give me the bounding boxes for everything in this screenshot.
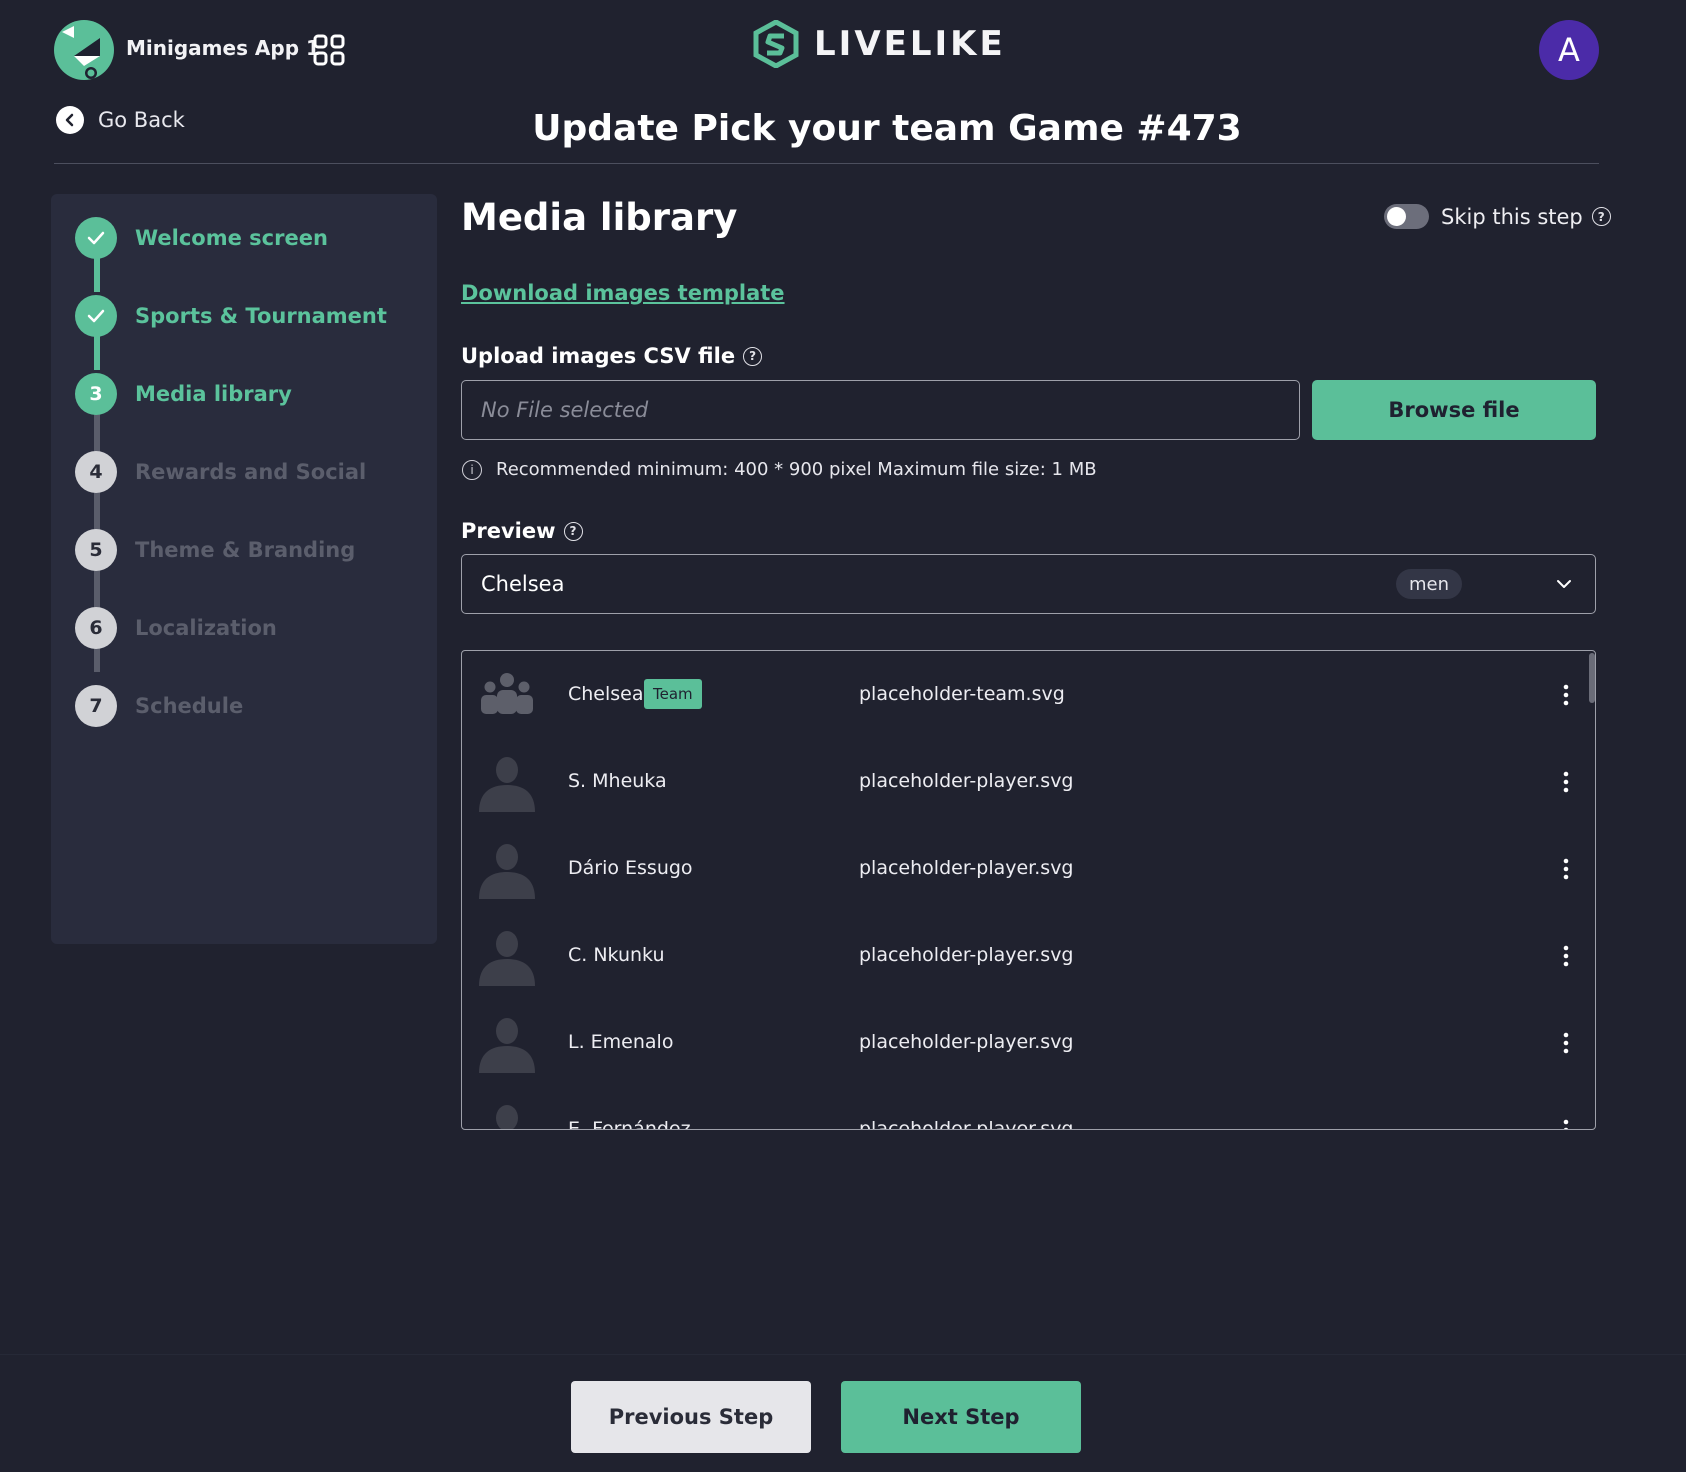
skip-step-label: Skip this step [1441,204,1583,229]
media-row-file: placeholder-player.svg [859,857,1074,879]
user-avatar[interactable]: A [1539,20,1599,80]
footer-divider [0,1354,1686,1355]
step-label: Theme & Branding [135,538,356,562]
media-row: Chelsea Team placeholder-team.svg [462,651,1590,738]
skip-step-toggle[interactable] [1384,204,1429,229]
checkmark-icon [75,217,117,259]
gender-badge: men [1396,569,1463,599]
preview-label: Preview ? [461,519,583,543]
file-input-placeholder: No File selected [481,398,649,422]
step-localization[interactable]: 6 Localization [75,606,277,650]
preview-selected-value: Chelsea [481,572,565,596]
media-row-file: placeholder-player.svg [859,1118,1074,1130]
more-options-icon[interactable] [1552,768,1580,796]
team-placeholder-icon [477,665,537,725]
media-row-name: C. Nkunku [568,944,665,966]
livelike-logo-icon [753,20,799,68]
media-row: C. Nkunku placeholder-player.svg [462,912,1590,999]
brand-wordmark: LIVELIKE [814,24,1006,64]
help-icon[interactable]: ? [563,521,583,541]
help-icon[interactable]: ? [1591,207,1611,226]
preview-team-select[interactable]: Chelsea men [461,554,1596,614]
media-row-file: placeholder-player.svg [859,770,1074,792]
step-number: 3 [75,373,117,415]
avatar-initial: A [1558,31,1580,69]
step-label: Localization [135,616,277,640]
section-title: Media library [461,196,738,239]
step-label: Sports & Tournament [135,304,387,328]
media-row: L. Emenalo placeholder-player.svg [462,999,1590,1086]
info-icon: i [462,459,482,480]
more-options-icon[interactable] [1552,681,1580,709]
media-row-name: E. Fernández [568,1118,691,1130]
step-media-library[interactable]: 3 Media library [75,372,292,416]
media-row: E. Fernández placeholder-player.svg [462,1086,1590,1130]
step-label: Media library [135,382,292,406]
step-sports-tournament[interactable]: Sports & Tournament [75,294,387,338]
media-row: S. Mheuka placeholder-player.svg [462,738,1590,825]
help-icon[interactable]: ? [743,346,763,366]
app-name: Minigames App 1 [126,36,320,60]
app-grid-icon[interactable] [313,34,345,66]
step-number: 5 [75,529,117,571]
step-number: 7 [75,685,117,727]
player-placeholder-icon [477,839,537,899]
media-row-name: Chelsea [568,683,644,705]
more-options-icon[interactable] [1552,1029,1580,1057]
media-row-file: placeholder-player.svg [859,1031,1074,1053]
more-options-icon[interactable] [1552,942,1580,970]
step-theme-branding[interactable]: 5 Theme & Branding [75,528,355,572]
media-row-file: placeholder-team.svg [859,683,1065,705]
step-welcome-screen[interactable]: Welcome screen [75,216,328,260]
file-recommendation: i Recommended minimum: 400 * 900 pixel M… [462,459,1097,480]
more-options-icon[interactable] [1552,855,1580,883]
step-number: 4 [75,451,117,493]
skip-step-control: Skip this step ? [1384,204,1611,229]
next-step-button[interactable]: Next Step [841,1381,1081,1453]
steps-sidebar: Welcome screen Sports & Tournament 3 Med… [51,194,437,944]
media-row-name: S. Mheuka [568,770,667,792]
media-row-name: L. Emenalo [568,1031,674,1053]
media-row-name: Dário Essugo [568,857,693,879]
media-list[interactable]: Chelsea Team placeholder-team.svg S. Mhe… [461,650,1596,1130]
media-row: Dário Essugo placeholder-player.svg [462,825,1590,912]
header-divider [54,163,1599,164]
app-logo[interactable] [54,20,114,80]
step-rewards-social[interactable]: 4 Rewards and Social [75,450,366,494]
step-number: 6 [75,607,117,649]
browse-file-button[interactable]: Browse file [1312,380,1596,440]
team-tag: Team [644,679,702,709]
step-schedule[interactable]: 7 Schedule [75,684,243,728]
upload-label-text: Upload images CSV file [461,344,736,368]
upload-csv-label: Upload images CSV file ? [461,344,763,368]
preview-label-text: Preview [461,519,556,543]
player-placeholder-icon [477,752,537,812]
player-placeholder-icon [477,1013,537,1073]
more-options-icon[interactable] [1552,1116,1580,1129]
recommendation-text: Recommended minimum: 400 * 900 pixel Max… [496,459,1097,480]
previous-step-button[interactable]: Previous Step [571,1381,811,1453]
chevron-down-icon [1553,573,1575,595]
step-label: Schedule [135,694,244,718]
checkmark-icon [75,295,117,337]
download-template-link[interactable]: Download images template [461,281,785,305]
step-label: Rewards and Social [135,460,367,484]
player-placeholder-icon [477,1100,537,1129]
player-placeholder-icon [477,926,537,986]
media-row-file: placeholder-player.svg [859,944,1074,966]
csv-file-input[interactable]: No File selected [461,380,1300,440]
page-title: Update Pick your team Game #473 [532,108,1242,149]
brand-logo: LIVELIKE [752,20,1006,68]
step-label: Welcome screen [135,226,328,250]
